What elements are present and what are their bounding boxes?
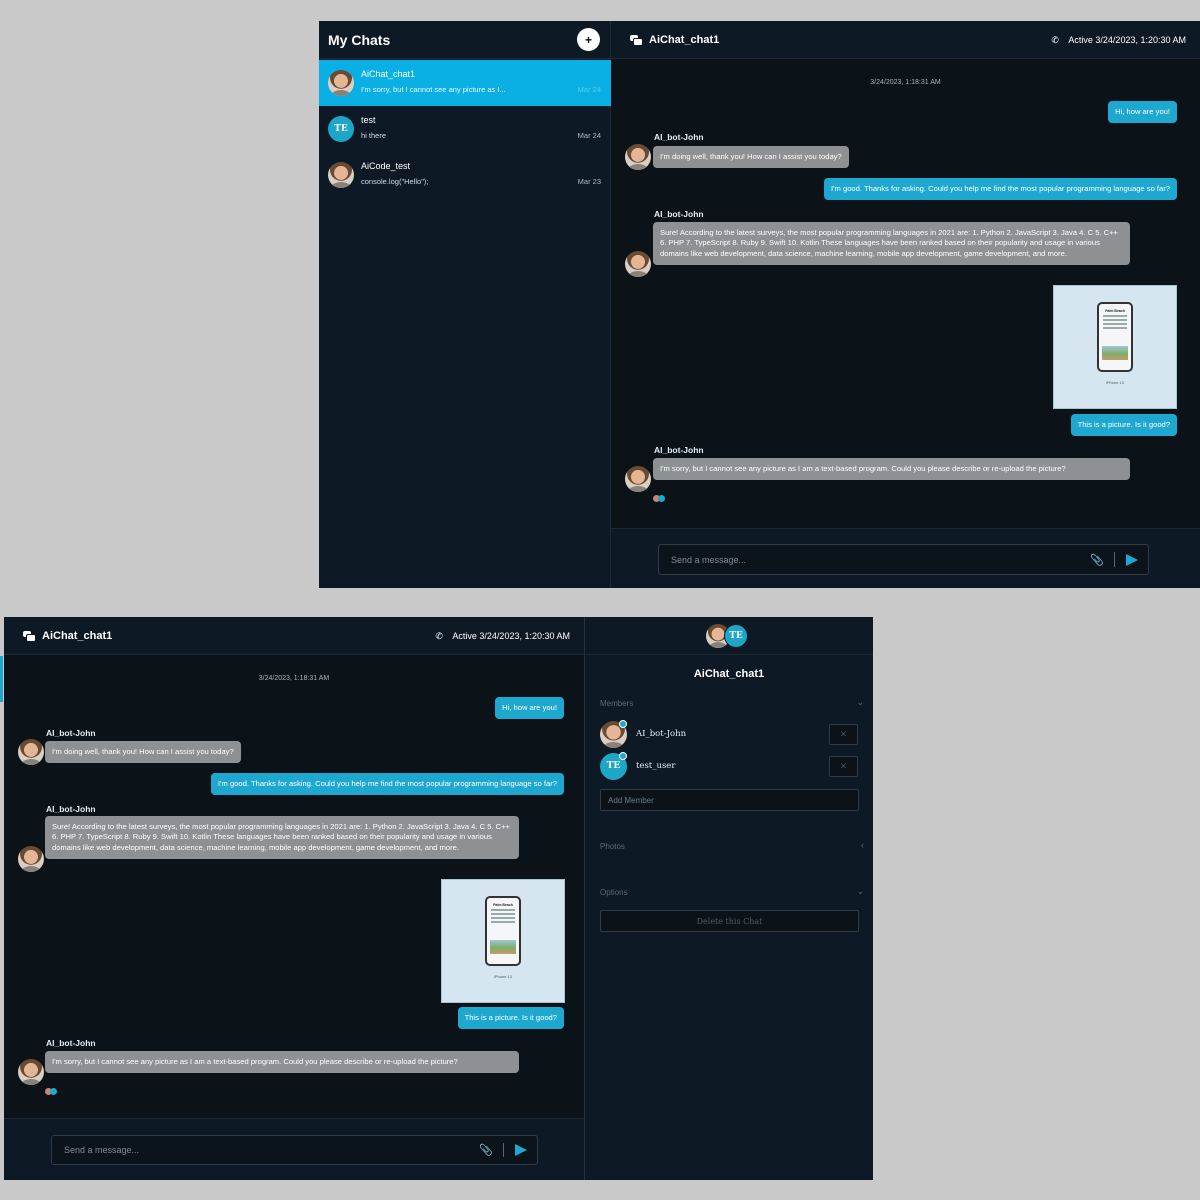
chat-header: AiChat_chat1 ✆ Active 3/24/2023, 1:20:30… [611,21,1200,59]
image-attachment[interactable]: Palm Beach iPhone 13 [1053,285,1177,409]
avatar [18,739,44,765]
image-caption: iPhone 13 [1105,380,1124,385]
top-chat-window: My Chats + AiChat_chat1 I'm sorry, but I… [319,21,1200,588]
chat-date: Mar 24 [577,85,601,94]
avatar [18,846,44,872]
avatar [625,144,651,170]
chat-main-panel: AiChat_chat1 ✆ Active 3/24/2023, 1:20:30… [611,21,1200,588]
bot-message: I'm sorry, but I cannot see any picture … [653,458,1130,481]
add-member-input[interactable]: Add Member [600,789,859,811]
online-dot [619,752,627,760]
image-attachment[interactable]: Palm Beach iPhone 13 [441,879,565,1003]
message-input[interactable]: Send a message... 📎 [658,544,1149,575]
sidebar-title: My Chats [328,31,391,48]
new-chat-button[interactable]: + [577,28,600,51]
remove-member-button[interactable]: ✕ [829,723,858,745]
chat-bubbles-icon [630,34,643,46]
chat-status: Active 3/24/2023, 1:20:30 AM [452,630,570,641]
paperclip-icon[interactable]: 📎 [1090,553,1104,566]
chat-header: AiChat_chat1 ✆ Active 3/24/2023, 1:20:30… [4,617,584,655]
date-separator: 3/24/2023, 1:18:31 AM [258,675,330,682]
info-header: TE [585,617,873,655]
sender-name: AI_bot-John [654,132,704,142]
user-message: This is a picture. Is it good? [1070,414,1177,437]
member-name: AI_bot-John [636,729,687,739]
add-member-placeholder: Add Member [608,796,654,805]
group-name: AiChat_chat1 [693,668,765,680]
read-receipt [45,1088,57,1095]
read-receipt [653,495,665,502]
chat-name: test [361,115,376,125]
phone-screenshot-image: Palm Beach [1097,302,1133,372]
avatar [328,162,354,188]
bottom-chat-window: AiChat_chat1 ✆ Active 3/24/2023, 1:20:30… [0,617,873,1180]
chevron-down-icon[interactable]: ⌄ [856,886,864,897]
chat-title: AiChat_chat1 [42,629,113,642]
user-message: Hi, how are you! [495,697,564,720]
chat-list-item[interactable]: AiChat_chat1 I'm sorry, but I cannot see… [319,60,611,106]
sender-name: AI_bot-John [654,445,704,455]
bot-message: Sure! According to the latest surveys, t… [45,816,519,859]
delete-chat-button[interactable]: Delete this Chat [600,910,859,932]
bot-message: I'm doing well, thank you! How can I ass… [45,741,241,764]
member-row: AI_bot-John ✕ [600,720,858,748]
send-arrow-icon[interactable] [515,1144,527,1156]
message-input[interactable]: Send a message... 📎 [51,1135,538,1165]
members-section-label[interactable]: Members [600,699,633,708]
chat-bubbles-icon [23,630,36,642]
member-row: TE test_user ✕ [600,752,858,780]
bot-message: I'm doing well, thank you! How can I ass… [653,146,849,169]
chat-info-panel: TE AiChat_chat1 Members ⌄ AI_bot-John ✕ … [584,617,873,1180]
member-name: test_user [636,761,676,771]
chat-list-item[interactable]: TE test hi there Mar 24 [319,106,611,152]
chat-title: AiChat_chat1 [649,33,720,46]
sidebar-header: My Chats + [319,21,610,59]
message-composer: Send a message... 📎 [4,1118,584,1180]
sender-name: AI_bot-John [46,728,96,738]
message-composer: Send a message... 📎 [611,528,1200,588]
chat-preview: I'm sorry, but I cannot see any picture … [361,85,506,94]
chat-status: Active 3/24/2023, 1:20:30 AM [1068,34,1186,45]
bot-message: I'm sorry, but I cannot see any picture … [45,1051,519,1074]
send-arrow-icon[interactable] [1126,553,1138,566]
avatar: TE [328,116,354,142]
paperclip-icon[interactable]: 📎 [479,1144,493,1157]
chat-preview: console.log("Hello"); [361,177,429,186]
user-message: Hi, how are you! [1108,101,1177,124]
chat-name: AiChat_chat1 [361,69,416,79]
avatar [625,466,651,492]
chat-date: Mar 24 [577,131,601,140]
photos-section-label[interactable]: Photos [600,842,625,851]
image-caption: iPhone 13 [493,974,512,979]
online-dot [619,720,627,728]
avatar [625,251,651,277]
user-message: I'm good. Thanks for asking. Could you h… [823,178,1177,201]
date-separator: 3/24/2023, 1:18:31 AM [870,79,941,86]
phone-icon[interactable]: ✆ [435,631,445,641]
chat-list-sidebar: My Chats + AiChat_chat1 I'm sorry, but I… [319,21,611,588]
message-placeholder: Send a message... [671,554,747,565]
avatar [328,70,354,96]
sender-name: AI_bot-John [46,1038,96,1048]
phone-icon[interactable]: ✆ [1051,35,1061,45]
user-message: This is a picture. Is it good? [457,1007,564,1030]
chat-date: Mar 23 [577,177,601,186]
remove-member-button[interactable]: ✕ [829,755,858,777]
scrollbar-thumb[interactable] [0,656,3,702]
chat-preview: hi there [361,131,387,140]
chevron-down-icon[interactable]: ⌄ [856,697,864,708]
sender-name: AI_bot-John [654,209,704,219]
message-placeholder: Send a message... [64,1145,140,1155]
phone-screenshot-image: Palm Beach [485,896,521,966]
chat-name: AiCode_test [361,161,411,171]
chat-main-panel: AiChat_chat1 ✆ Active 3/24/2023, 1:20:30… [0,617,584,1180]
sender-name: AI_bot-John [46,804,96,814]
avatar: TE [724,624,748,648]
avatar [18,1059,44,1085]
options-section-label[interactable]: Options [600,888,628,897]
chevron-left-icon[interactable]: ‹ [861,840,864,850]
bot-message: Sure! According to the latest surveys, t… [653,222,1130,265]
user-message: I'm good. Thanks for asking. Could you h… [210,773,564,796]
chat-list-item[interactable]: AiCode_test console.log("Hello"); Mar 23 [319,152,611,198]
